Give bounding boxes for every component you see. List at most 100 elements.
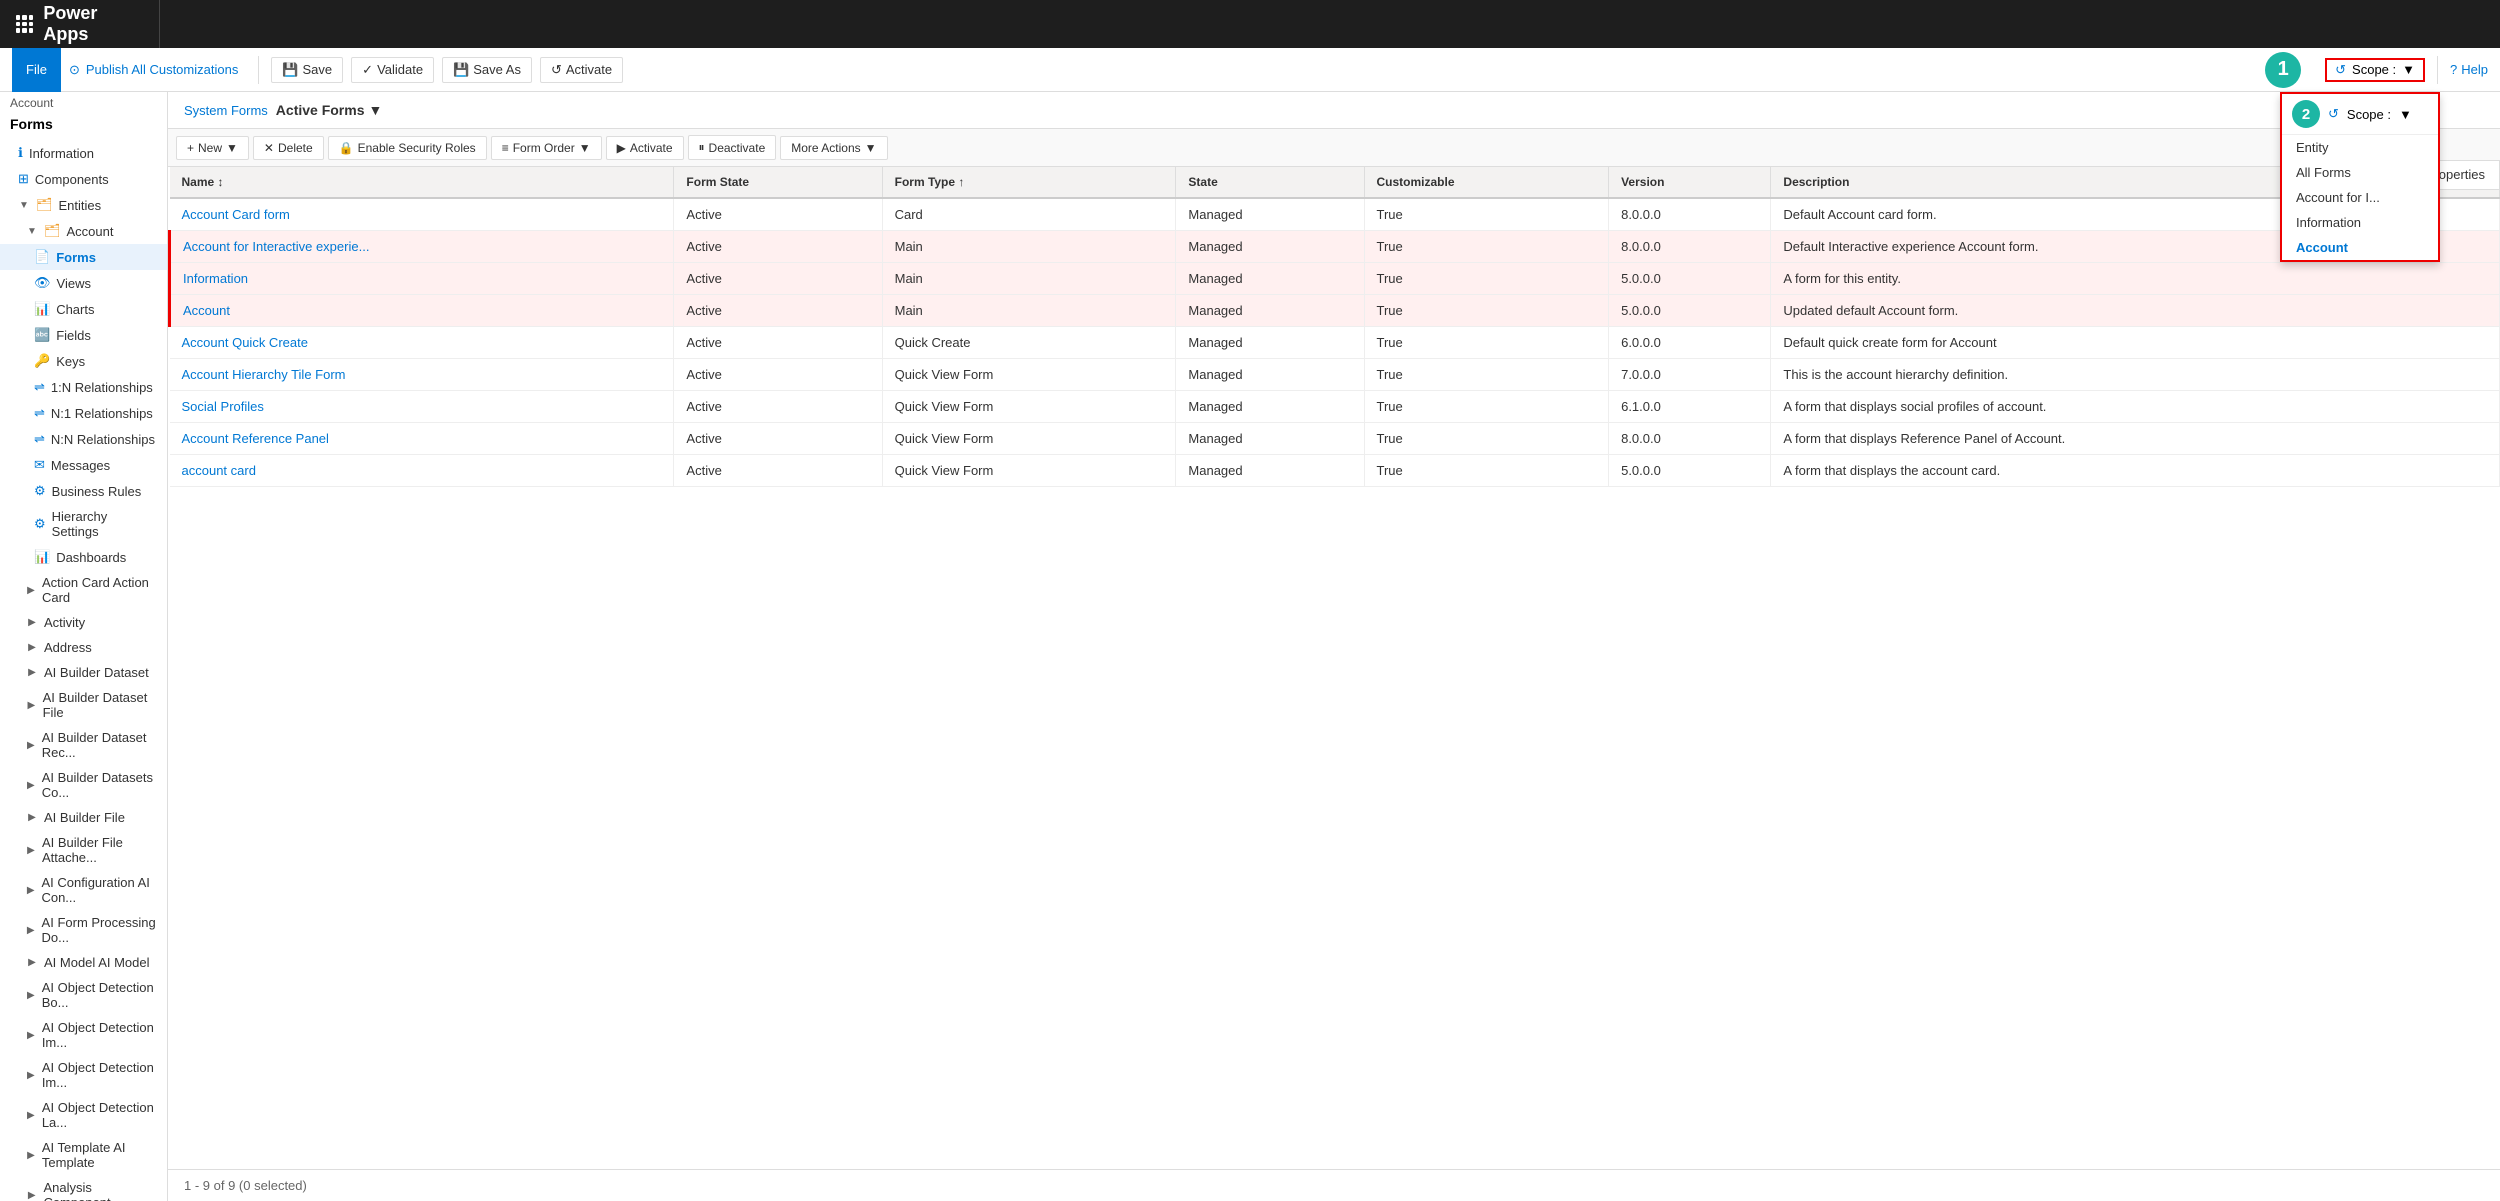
main-toolbar: File ⊙ Publish All Customizations 💾 Save… [0,48,2500,92]
sidebar-item-information[interactable]: ℹ Information [0,140,167,166]
new-button[interactable]: + New ▼ [176,136,249,160]
state-cell: Managed [1176,198,1364,231]
sidebar-item-dashboards[interactable]: 📊 Dashboards [0,544,167,570]
save-as-button[interactable]: 💾 Save As [442,57,532,83]
help-button[interactable]: ? Help [2450,62,2488,77]
sidebar-item-ai-builder-file-attache[interactable]: ▶ AI Builder File Attache... [0,830,167,870]
form-order-button[interactable]: ≡ Form Order ▼ [491,136,602,160]
sidebar-item-keys[interactable]: 🔑 Keys [0,348,167,374]
scope-option-information[interactable]: Information [2282,210,2438,235]
sidebar-item-ai-builder-dataset-rec[interactable]: ▶ AI Builder Dataset Rec... [0,725,167,765]
col-state[interactable]: State [1176,167,1364,198]
form-type-cell: Main [882,295,1176,327]
scope-option-entity[interactable]: Entity [2282,135,2438,160]
sidebar: Account Forms ℹ Information ⊞ Components… [0,92,168,1201]
sidebar-item-ai-object-im2[interactable]: ▶ AI Object Detection Im... [0,1055,167,1095]
sidebar-item-account[interactable]: ▼ 🗂 Account [0,218,167,244]
nn-icon: ⇌ [34,431,45,447]
form-state-cell: Active [674,231,882,263]
form-name-cell[interactable]: Account Card form [170,198,674,231]
sidebar-item-entities[interactable]: ▼ 🗂 Entities [0,192,167,218]
scope-option-accountfori[interactable]: Account for I... [2282,185,2438,210]
col-name[interactable]: Name ↕ [170,167,674,198]
sidebar-item-ai-object-bo[interactable]: ▶ AI Object Detection Bo... [0,975,167,1015]
sidebar-item-address[interactable]: ▶ Address [0,635,167,660]
validate-button[interactable]: ✓ Validate [351,57,434,83]
sidebar-item-1n-relationships[interactable]: ⇌ 1:N Relationships [0,374,167,400]
activate-icon: ↺ [551,62,562,78]
sidebar-item-business-rules[interactable]: ⚙ Business Rules [0,478,167,504]
activate-button[interactable]: ↺ Activate [540,57,623,83]
file-button[interactable]: File [12,48,61,92]
sidebar-item-activity[interactable]: ▶ Activity [0,610,167,635]
sidebar-item-n1-relationships[interactable]: ⇌ N:1 Relationships [0,400,167,426]
form-type-cell: Quick View Form [882,359,1176,391]
form-name-cell[interactable]: Social Profiles [170,391,674,423]
sidebar-item-charts[interactable]: 📊 Charts [0,296,167,322]
form-state-cell: Active [674,295,882,327]
sidebar-item-components[interactable]: ⊞ Components [0,166,167,192]
col-customizable[interactable]: Customizable [1364,167,1609,198]
forms-table: Name ↕ Form State Form Type ↑ State Cust… [168,167,2500,487]
aicon-expand: ▶ [26,884,35,896]
activate-icon2: ▶ [617,141,626,155]
form-name-cell[interactable]: Account Quick Create [170,327,674,359]
sidebar-item-views[interactable]: 👁 Views [0,270,167,296]
sidebar-item-ai-model[interactable]: ▶ AI Model AI Model [0,950,167,975]
app-logo: Power Apps [0,0,160,48]
sidebar-item-messages[interactable]: ✉ Messages [0,452,167,478]
customizable-cell: True [1364,198,1609,231]
scope-option-allforms[interactable]: All Forms [2282,160,2438,185]
activate-form-button[interactable]: ▶ Activate [606,136,684,160]
more-arrow-icon: ▼ [865,141,877,155]
step1-circle: 1 [2265,52,2301,88]
scope-box[interactable]: ↺ Scope : ▼ [2325,58,2425,82]
sidebar-item-nn-relationships[interactable]: ⇌ N:N Relationships [0,426,167,452]
save-button[interactable]: 💾 Save [271,57,343,83]
separator [258,56,259,84]
ait-expand: ▶ [26,1149,36,1161]
sidebar-item-ai-builder-file[interactable]: ▶ AI Builder File [0,805,167,830]
sidebar-item-ai-configuration[interactable]: ▶ AI Configuration AI Con... [0,870,167,910]
sidebar-item-ai-builder-datasets-co[interactable]: ▶ AI Builder Datasets Co... [0,765,167,805]
entities-icon: 🗂 [36,197,53,213]
state-cell: Managed [1176,327,1364,359]
state-cell: Managed [1176,263,1364,295]
forms-table-container: Name ↕ Form State Form Type ↑ State Cust… [168,167,2500,1169]
sidebar-item-ai-builder-dataset-file[interactable]: ▶ AI Builder Dataset File [0,685,167,725]
breadcrumb-system-forms[interactable]: System Forms [184,103,268,118]
delete-button[interactable]: ✕ Delete [253,136,324,160]
sidebar-item-ai-object-im1[interactable]: ▶ AI Object Detection Im... [0,1015,167,1055]
col-form-state[interactable]: Form State [674,167,882,198]
sidebar-item-forms[interactable]: 📄 Forms [0,244,167,270]
form-name-cell[interactable]: Account Reference Panel [170,423,674,455]
col-form-type[interactable]: Form Type ↑ [882,167,1176,198]
sidebar-item-ai-object-la[interactable]: ▶ AI Object Detection La... [0,1095,167,1135]
new-arrow-icon: ▼ [226,141,238,155]
sidebar-item-hierarchy-settings[interactable]: ⚙ Hierarchy Settings [0,504,167,544]
active-forms-button[interactable]: Active Forms ▼ [276,102,383,118]
publish-button[interactable]: ⊙ Publish All Customizations [69,62,238,78]
enable-security-button[interactable]: 🔒 Enable Security Roles [328,136,487,160]
col-version[interactable]: Version [1609,167,1771,198]
description-cell: A form that displays the account card. [1771,455,2500,487]
sidebar-item-ai-builder-dataset[interactable]: ▶ AI Builder Dataset [0,660,167,685]
sidebar-item-ai-template[interactable]: ▶ AI Template AI Template [0,1135,167,1175]
scope-option-account[interactable]: Account [2282,235,2438,260]
sidebar-item-ai-form-processing[interactable]: ▶ AI Form Processing Do... [0,910,167,950]
content-header: System Forms Active Forms ▼ [168,92,2500,129]
form-name-cell[interactable]: account card [170,455,674,487]
deactivate-button[interactable]: ⏸ Deactivate [688,135,777,160]
sidebar-item-fields[interactable]: 🔤 Fields [0,322,167,348]
sidebar-item-analysis-component[interactable]: ▶ Analysis Component [0,1175,167,1201]
form-name-cell[interactable]: Information [170,263,674,295]
form-name-cell[interactable]: Account [170,295,674,327]
sidebar-item-action-card[interactable]: ▶ Action Card Action Card [0,570,167,610]
more-actions-button[interactable]: More Actions ▼ [780,136,887,160]
customizable-cell: True [1364,327,1609,359]
aifp-expand: ▶ [26,924,36,936]
form-name-cell[interactable]: Account Hierarchy Tile Form [170,359,674,391]
1n-icon: ⇌ [34,379,45,395]
form-name-cell[interactable]: Account for Interactive experie... [170,231,674,263]
waffle-icon[interactable] [16,15,33,33]
